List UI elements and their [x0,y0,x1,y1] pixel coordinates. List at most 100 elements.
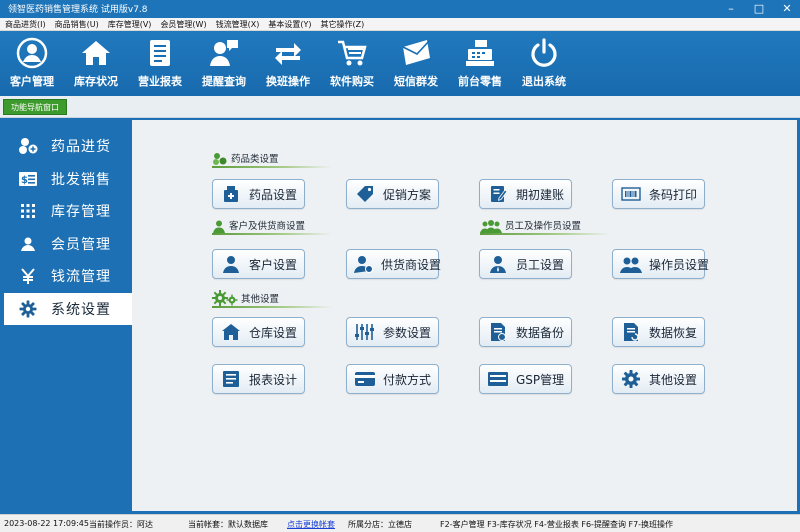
menu-bar: 商品进货(I) 商品销售(U) 库存管理(V) 会员管理(W) 钱流管理(X) … [0,18,800,31]
toolbar-sms-label: 短信群发 [394,75,438,88]
menu-item-member[interactable]: 会员管理(W) [155,18,210,30]
sidebar-item-label: 库存管理 [51,204,111,221]
drug-box-icon [220,183,242,205]
toolbar-report-button[interactable]: 营业报表 [128,31,192,96]
payment-card-icon [354,368,376,390]
opening-account-button[interactable]: 期初建账 [479,179,572,209]
warehouse-setting-button[interactable]: 仓库设置 [212,317,305,347]
maximize-icon[interactable]: □ [752,2,766,15]
pills-add-icon [17,137,39,155]
switch-account-link[interactable]: 点击更换帐套 [287,519,335,530]
menu-item-inventory[interactable]: 库存管理(V) [103,18,156,30]
user-circle-icon [16,37,48,69]
cash-register-icon [464,37,496,69]
section-divider [212,166,332,168]
promotion-label: 促销方案 [383,187,432,202]
sliders-icon [354,321,376,343]
sidebar-item-label: 批发销售 [51,171,111,188]
operator-setting-button[interactable]: 操作员设置 [612,249,709,279]
section-divider [480,233,610,235]
menu-item-other[interactable]: 其它操作(Z) [315,18,368,30]
toolbar-shift-button[interactable]: 换班操作 [256,31,320,96]
menu-item-basic-settings[interactable]: 基本设置(Y) [263,18,315,30]
toolbar-retail-label: 前台零售 [458,75,502,88]
data-backup-button[interactable]: 数据备份 [479,317,572,347]
operator-setting-label: 操作员设置 [649,257,710,272]
status-branch: 所属分店：立德店 [348,520,412,529]
supplier-setting-button[interactable]: 供货商设置 [346,249,442,279]
report-icon [144,37,176,69]
param-setting-button[interactable]: 参数设置 [346,317,439,347]
employee-setting-button[interactable]: 员工设置 [479,249,572,279]
toolbar-report-label: 营业报表 [138,75,182,88]
drug-setting-button[interactable]: 药品设置 [212,179,305,209]
status-account: 当前帐套：默认数据库 [188,520,268,529]
menu-item-purchase[interactable]: 商品进货(I) [0,18,50,30]
warehouse-setting-label: 仓库设置 [249,325,298,340]
sale-icon: $ [17,170,39,188]
payment-method-button[interactable]: 付款方式 [346,364,439,394]
toolbar-reminder-button[interactable]: 提醒查询 [192,31,256,96]
menu-item-cashflow[interactable]: 钱流管理(X) [211,18,264,30]
sidebar-item-system-settings[interactable]: 系统设置 [4,292,132,325]
swap-icon [272,37,304,69]
section-title: 药品类设置 [231,154,279,165]
tab-strip: 功能导航窗口 [0,96,800,118]
customer-setting-label: 客户设置 [249,257,298,272]
envelope-icon [400,37,432,69]
toolbar-purchase-button[interactable]: 软件购买 [320,31,384,96]
tab-nav-window[interactable]: 功能导航窗口 [3,99,67,115]
minimize-icon[interactable]: – [724,2,738,15]
toolbar-customer-label: 客户管理 [10,75,54,88]
section-divider [212,306,332,308]
report-design-button[interactable]: 报表设计 [212,364,305,394]
gsp-icon [487,368,509,390]
section-staff-operator: 员工及操作员设置 [480,219,581,233]
staff-icon [480,219,502,233]
promotion-button[interactable]: 促销方案 [346,179,439,209]
data-restore-label: 数据恢复 [649,325,698,340]
grid-icon [17,202,39,220]
backup-icon [487,321,509,343]
sidebar: 药品进货 $ 批发销售 库存管理 会员管理 钱流管理 系统设置 [4,130,132,325]
settings-panel: 药品类设置 药品设置 促销方案 期初建账 条码打印 客户及供货商设置 员工及操作… [132,120,797,511]
sidebar-item-wholesale[interactable]: $ 批发销售 [4,163,132,196]
toolbar-retail-button[interactable]: 前台零售 [448,31,512,96]
section-title: 员工及操作员设置 [505,221,582,232]
toolbar: 客户管理 库存状况 营业报表 提醒查询 换班操作 软件购买 短信群发 前台零售 … [0,31,800,96]
barcode-print-button[interactable]: 条码打印 [612,179,705,209]
house-icon [80,37,112,69]
employee-setting-label: 员工设置 [516,257,565,272]
sidebar-item-label: 药品进货 [51,139,111,156]
section-title: 其他设置 [241,294,280,305]
toolbar-purchase-label: 软件购买 [330,75,374,88]
customer-icon [220,253,242,275]
close-icon[interactable]: ✕ [780,2,794,15]
gear-icon [17,300,39,318]
title-bar: 领智医药销售管理系统 试用版v7.8 – □ ✕ [0,0,800,18]
gsp-manage-button[interactable]: GSP管理 [479,364,572,394]
ledger-icon [487,183,509,205]
toolbar-sms-button[interactable]: 短信群发 [384,31,448,96]
sidebar-item-purchase[interactable]: 药品进货 [4,130,132,163]
sidebar-item-inventory[interactable]: 库存管理 [4,195,132,228]
toolbar-customer-button[interactable]: 客户管理 [0,31,64,96]
customer-setting-button[interactable]: 客户设置 [212,249,305,279]
toolbar-inventory-button[interactable]: 库存状况 [64,31,128,96]
section-divider [212,233,332,235]
sidebar-item-member[interactable]: 会员管理 [4,228,132,261]
other-setting-button[interactable]: 其他设置 [612,364,705,394]
report-icon [220,368,242,390]
warehouse-icon [220,321,242,343]
payment-method-label: 付款方式 [383,372,432,387]
report-design-label: 报表设计 [249,372,298,387]
supplier-setting-label: 供货商设置 [381,257,442,272]
sidebar-item-label: 系统设置 [51,301,111,318]
menu-item-sales[interactable]: 商品销售(U) [50,18,103,30]
toolbar-exit-label: 退出系统 [522,75,566,88]
reminder-icon [208,37,240,69]
operators-icon [620,253,642,275]
sidebar-item-cashflow[interactable]: 钱流管理 [4,260,132,293]
toolbar-exit-button[interactable]: 退出系统 [512,31,576,96]
data-restore-button[interactable]: 数据恢复 [612,317,705,347]
